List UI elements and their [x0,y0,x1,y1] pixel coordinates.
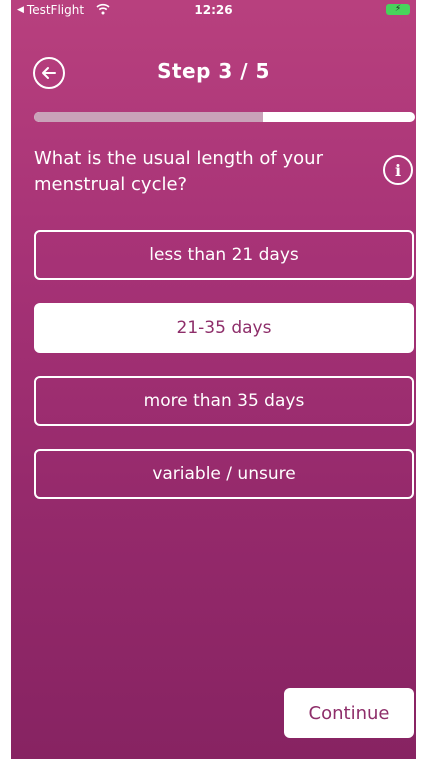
continue-label: Continue [308,702,390,724]
option-less-than-21-days[interactable]: less than 21 days [34,230,414,280]
question-text: What is the usual length of your menstru… [34,148,323,195]
option-more-than-35-days[interactable]: more than 35 days [34,376,414,426]
status-time: 12:26 [194,3,233,17]
status-bar: ◀ TestFlight 12:26 ⚡ [11,0,416,20]
option-21-35-days[interactable]: 21-35 days [34,303,414,353]
continue-button[interactable]: Continue [284,688,414,738]
progress-bar [34,112,415,122]
charging-bolt-icon: ⚡ [394,4,402,14]
info-glyph: i [394,160,402,180]
progress-fill [34,112,263,122]
option-variable-unsure[interactable]: variable / unsure [34,449,414,499]
page-title: Step 3 / 5 [157,59,270,83]
battery-icon: ⚡ [386,4,410,15]
app-screen: ◀ TestFlight 12:26 ⚡ Step 3 / 5 What is … [11,0,416,759]
option-label: more than 35 days [143,391,305,411]
info-icon[interactable]: i [383,155,413,185]
option-label: less than 21 days [149,245,299,265]
option-label: variable / unsure [152,464,296,484]
option-label: 21-35 days [176,318,272,338]
